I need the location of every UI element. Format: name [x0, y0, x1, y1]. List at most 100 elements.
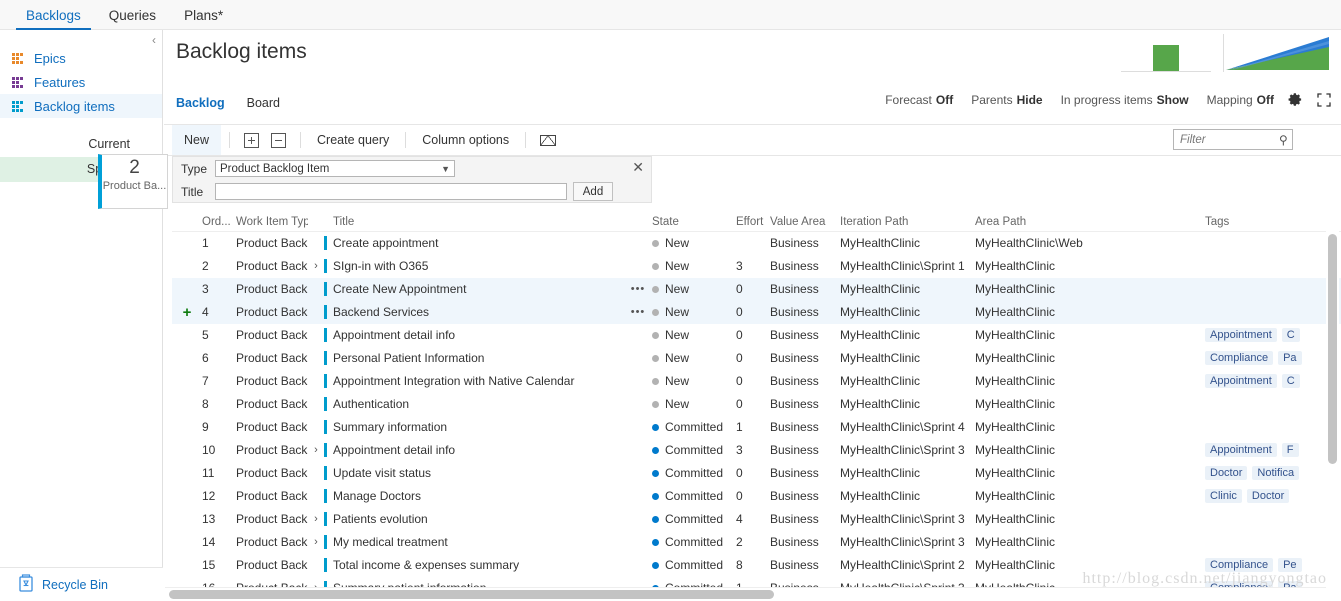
tag-chip[interactable]: Pe: [1278, 558, 1302, 572]
header-option-forecast[interactable]: Forecast Off: [885, 93, 953, 107]
expand-all-icon[interactable]: [238, 128, 265, 152]
tag-chip[interactable]: Notifica: [1252, 466, 1300, 480]
row-title-cell[interactable]: Authentication: [324, 397, 624, 411]
tag-chip[interactable]: Appointment: [1205, 328, 1277, 342]
header-option-parents[interactable]: Parents Hide: [971, 93, 1042, 107]
row-title-cell[interactable]: Appointment Integration with Native Cale…: [324, 374, 624, 388]
row-title-cell[interactable]: Update visit status: [324, 466, 624, 480]
row-title-cell[interactable]: SIgn-in with O365: [324, 259, 624, 273]
sidebar-item-epics[interactable]: Epics: [0, 46, 162, 70]
grid-column-header[interactable]: Effort: [736, 216, 770, 228]
tag-chip[interactable]: Clinic: [1205, 489, 1242, 503]
tag-chip[interactable]: F: [1281, 443, 1299, 457]
row-title-cell[interactable]: Appointment detail info: [324, 443, 624, 457]
top-nav-tab-queries[interactable]: Queries: [95, 1, 170, 30]
table-row[interactable]: 6 Product Back... Personal Patient Informa…: [172, 347, 1341, 370]
grid-column-header[interactable]: Value Area: [770, 216, 840, 228]
tag-chip[interactable]: Appointment: [1205, 443, 1277, 457]
grid-column-header[interactable]: State: [652, 216, 736, 228]
top-nav-tab-backlogs[interactable]: Backlogs: [12, 1, 95, 30]
grid-column-header[interactable]: Work Item Type: [236, 216, 308, 228]
grid-column-header[interactable]: Tags: [1205, 216, 1341, 228]
grid-column-header[interactable]: Iteration Path: [840, 216, 975, 228]
table-row[interactable]: 2 Product Back...› SIgn-in with O365 New 3 Bu…: [172, 255, 1341, 278]
expand-chevron-icon[interactable]: ›: [308, 260, 324, 272]
new-item-button[interactable]: New: [172, 125, 222, 155]
tab-board[interactable]: Board: [247, 96, 280, 110]
table-row[interactable]: 10 Product Back...› Appointment detail inf…: [172, 439, 1341, 462]
row-title-cell[interactable]: Create appointment: [324, 236, 624, 250]
row-title-cell[interactable]: Appointment detail info: [324, 328, 624, 342]
tag-chip[interactable]: Compliance: [1205, 558, 1274, 572]
expand-chevron-icon[interactable]: ›: [308, 513, 324, 525]
table-row[interactable]: 1 Product Back... Create appointment New Bus…: [172, 232, 1341, 255]
work-item-type-select[interactable]: Product Backlog Item ▼: [215, 160, 455, 177]
row-state: Committed: [665, 512, 724, 526]
tag-chip[interactable]: Pa: [1278, 351, 1302, 365]
row-title-cell[interactable]: Patients evolution: [324, 512, 624, 526]
grid-column-header[interactable]: Title: [308, 216, 652, 228]
email-icon[interactable]: [534, 128, 562, 152]
row-title-cell[interactable]: Backend Services: [324, 305, 624, 319]
table-row[interactable]: 12 Product Back... Manage Doctors Committed…: [172, 485, 1341, 508]
table-row[interactable]: +4 Product Back... Backend Services ••• New 0…: [172, 301, 1341, 324]
tag-chip[interactable]: Doctor: [1246, 489, 1290, 503]
row-work-item-type: Product Back...: [236, 512, 308, 526]
row-title-cell[interactable]: Personal Patient Information: [324, 351, 624, 365]
gear-icon[interactable]: [1288, 92, 1303, 107]
horizontal-scrollbar-thumb[interactable]: [169, 590, 774, 599]
tag-chip[interactable]: C: [1281, 374, 1300, 388]
row-title-cell[interactable]: Summary information: [324, 420, 624, 434]
search-icon[interactable]: ⚲: [1279, 133, 1288, 147]
table-row[interactable]: 8 Product Back... Authentication New 0 Busine…: [172, 393, 1341, 416]
sidebar-item-backlog-items[interactable]: Backlog items: [0, 94, 162, 118]
row-context-menu-icon[interactable]: •••: [624, 283, 652, 295]
grid-column-header[interactable]: Ord...: [202, 216, 236, 228]
row-title-cell[interactable]: Total income & expenses summary: [324, 558, 624, 572]
expand-chevron-icon[interactable]: ›: [308, 444, 324, 456]
table-row[interactable]: 13 Product Back...› Patients evolution Comm…: [172, 508, 1341, 531]
header-option-mapping[interactable]: Mapping Off: [1207, 93, 1274, 107]
collapse-all-icon[interactable]: [265, 128, 292, 152]
tag-chip[interactable]: Compliance: [1205, 351, 1274, 365]
table-row[interactable]: 14 Product Back...› My medical treatment Co…: [172, 531, 1341, 554]
sidebar-item-features[interactable]: Features: [0, 70, 162, 94]
table-row[interactable]: 7 Product Back... Appointment Integration …: [172, 370, 1341, 393]
tag-chip[interactable]: Doctor: [1205, 466, 1248, 480]
header-option-in-progress-items[interactable]: In progress items Show: [1061, 93, 1189, 107]
bar-chart-thumbnail[interactable]: [1121, 34, 1211, 72]
add-child-icon[interactable]: +: [172, 304, 202, 321]
fullscreen-icon[interactable]: [1317, 92, 1331, 107]
vertical-scrollbar[interactable]: [1326, 226, 1339, 601]
column-options-button[interactable]: Column options: [414, 128, 517, 152]
tag-chip[interactable]: Appointment: [1205, 374, 1277, 388]
table-row[interactable]: 5 Product Back... Appointment detail info N…: [172, 324, 1341, 347]
grid-column-header[interactable]: Area Path: [975, 216, 1205, 228]
recycle-bin-button[interactable]: Recycle Bin: [0, 567, 163, 601]
tag-chip[interactable]: C: [1281, 328, 1300, 342]
trend-chart-thumbnail[interactable]: [1223, 34, 1329, 72]
row-context-menu-icon[interactable]: •••: [624, 306, 652, 318]
table-row[interactable]: 9 Product Back... Summary information Commi…: [172, 416, 1341, 439]
filter-box[interactable]: ⚲: [1173, 129, 1293, 150]
horizontal-scrollbar[interactable]: [165, 587, 1326, 600]
quick-add-add-button[interactable]: Add: [573, 182, 613, 201]
tab-backlog[interactable]: Backlog: [176, 96, 225, 110]
table-row[interactable]: 3 Product Back... Create New Appointment ••…: [172, 278, 1341, 301]
row-title-cell[interactable]: Manage Doctors: [324, 489, 624, 503]
sidebar-collapse-icon[interactable]: ‹: [152, 34, 156, 46]
vertical-scrollbar-thumb[interactable]: [1328, 234, 1337, 464]
row-effort: 0: [736, 351, 743, 365]
close-icon[interactable]: ✕: [632, 160, 644, 174]
filter-input[interactable]: [1178, 132, 1278, 147]
row-title-cell[interactable]: Create New Appointment: [324, 282, 624, 296]
state-dot-icon: [652, 377, 659, 385]
row-title-cell[interactable]: My medical treatment: [324, 535, 624, 549]
expand-chevron-icon[interactable]: ›: [308, 536, 324, 548]
table-row[interactable]: 15 Product Back... Total income & expenses…: [172, 554, 1341, 577]
create-query-button[interactable]: Create query: [309, 128, 397, 152]
quick-add-title-input[interactable]: [215, 183, 567, 200]
top-nav-tab-plans[interactable]: Plans*: [170, 1, 237, 30]
state-dot-icon: [652, 239, 659, 247]
table-row[interactable]: 11 Product Back... Update visit status Comm…: [172, 462, 1341, 485]
